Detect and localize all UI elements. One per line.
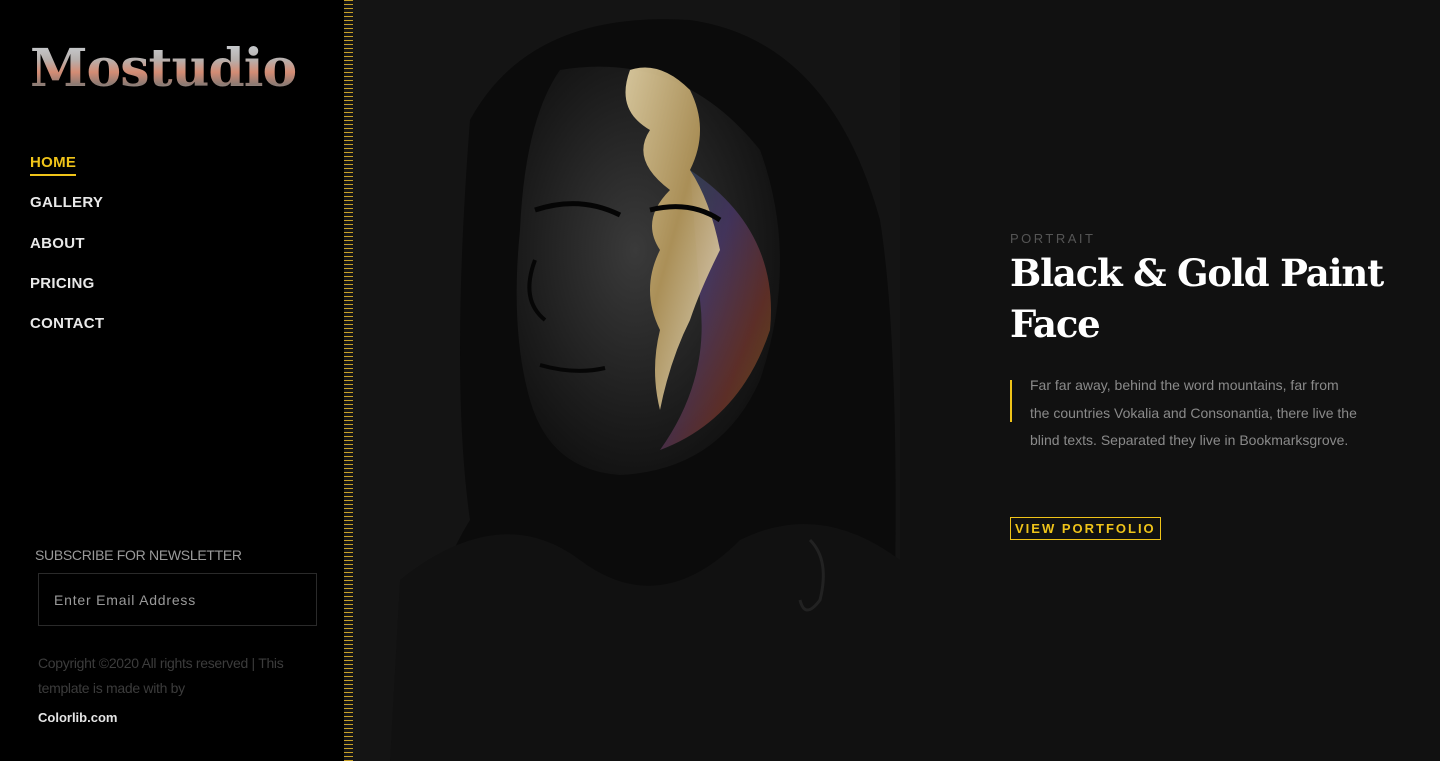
hooded-painted-face-image [360,0,900,761]
nav-link-pricing[interactable]: PRICING [30,275,95,295]
sidebar: Mostudio HOME GALLERY ABOUT PRICING CONT… [0,0,344,761]
colorlib-link[interactable]: Colorlib.com [38,710,117,725]
nav-link-contact[interactable]: CONTACT [30,315,104,335]
ruler-ticks [344,0,353,761]
newsletter-heading: SUBSCRIBE FOR NEWSLETTER [35,547,242,563]
nav-item-home: HOME [30,154,104,194]
email-field-wrapper [38,573,317,626]
nav-item-contact: CONTACT [30,315,104,355]
nav-link-gallery[interactable]: GALLERY [30,194,103,214]
nav-item-gallery: GALLERY [30,194,104,234]
hero-description: Far far away, behind the word mountains,… [1030,377,1357,449]
category-label: PORTRAIT [1010,231,1096,246]
copyright-text: Copyright ©2020 All rights reserved | Th… [38,655,284,696]
nav-item-pricing: PRICING [30,275,104,315]
hero-content: PORTRAIT Black & Gold Paint Face Far far… [900,0,1440,761]
site-logo[interactable]: Mostudio [30,38,297,100]
nav-item-about: ABOUT [30,235,104,275]
sidebar-ruler-divider [344,0,360,761]
hero-photo [360,0,900,761]
main-nav: HOME GALLERY ABOUT PRICING CONTACT [30,154,104,355]
email-input[interactable] [39,574,316,625]
view-portfolio-button[interactable]: VIEW PORTFOLIO [1010,517,1161,540]
nav-link-home[interactable]: HOME [30,154,77,176]
hero-title: Black & Gold Paint Face [1010,251,1384,346]
nav-link-about[interactable]: ABOUT [30,235,85,255]
